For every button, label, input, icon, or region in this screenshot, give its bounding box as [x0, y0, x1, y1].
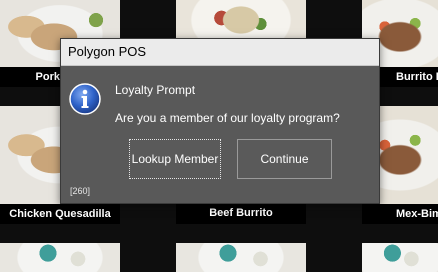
- menu-tile-beef-burrito[interactable]: Beef Burrito: [176, 202, 306, 224]
- menu-tile[interactable]: [176, 243, 306, 272]
- window-title: Polygon POS: [68, 44, 147, 59]
- loyalty-prompt-dialog: Polygon POS Loyalty Prompt Are you a mem…: [60, 38, 380, 204]
- info-icon: [69, 83, 101, 115]
- lookup-member-button[interactable]: Lookup Member: [129, 139, 221, 179]
- dialog-code: [260]: [70, 186, 91, 196]
- menu-tile[interactable]: [176, 0, 306, 40]
- continue-button[interactable]: Continue: [237, 139, 332, 179]
- menu-item-photo: [362, 243, 438, 272]
- menu-item-photo: [176, 0, 306, 40]
- menu-tile[interactable]: [362, 243, 438, 272]
- dialog-titlebar[interactable]: Polygon POS: [61, 39, 379, 66]
- menu-tile[interactable]: [0, 243, 120, 272]
- prompt-message: Are you a member of our loyalty program?: [115, 111, 340, 125]
- menu-item-label: Mex-Bim-: [362, 204, 438, 224]
- menu-item-photo: [176, 243, 306, 272]
- menu-item-photo: [0, 243, 120, 272]
- menu-item-label: Chicken Quesadilla: [0, 204, 120, 224]
- prompt-title: Loyalty Prompt: [115, 83, 196, 97]
- menu-item-label: Beef Burrito: [176, 202, 306, 224]
